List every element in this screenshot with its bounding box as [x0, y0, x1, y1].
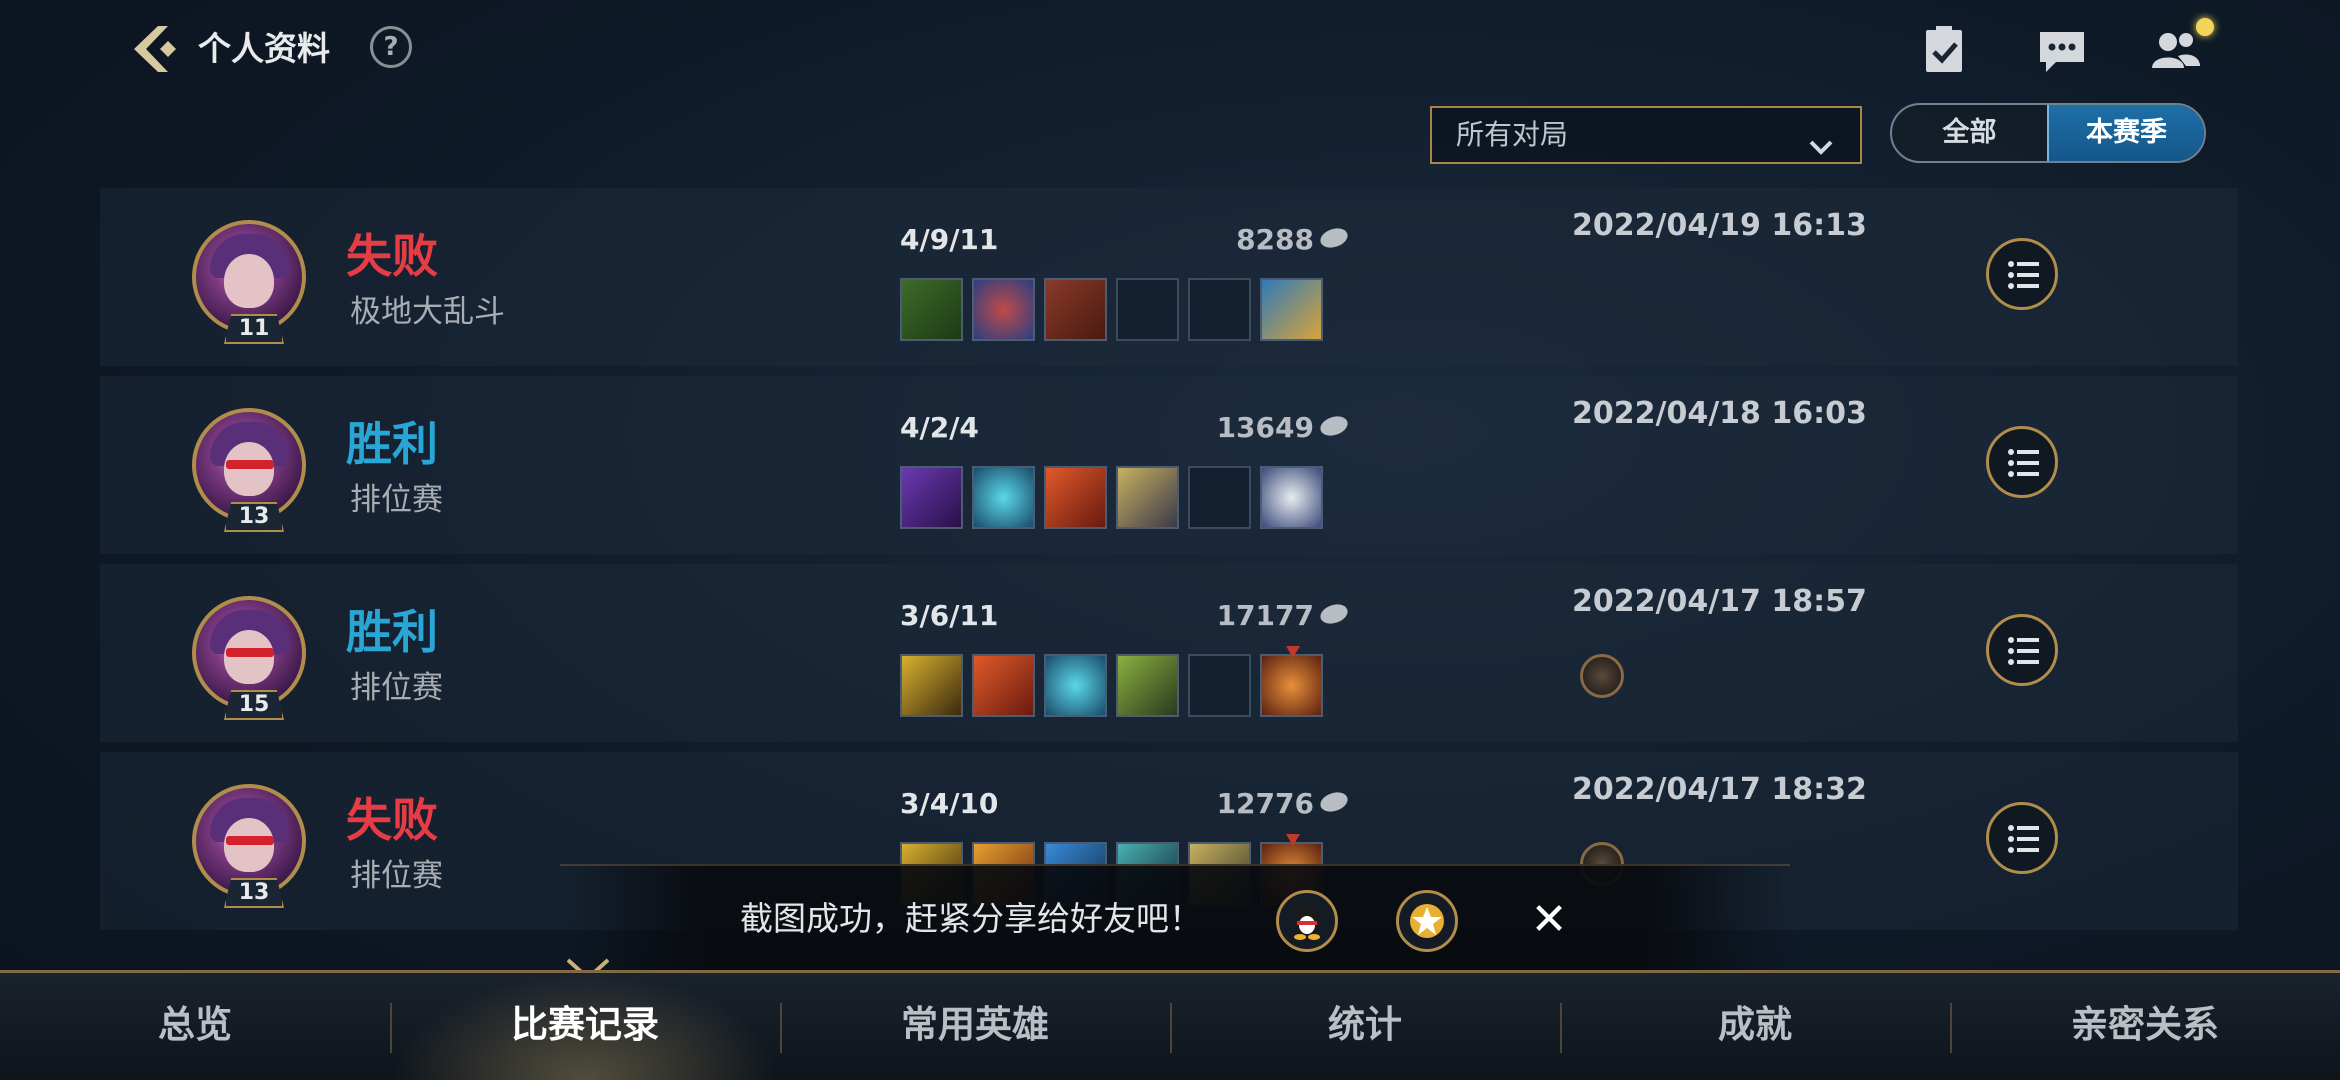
gold-value: 17177	[1216, 599, 1314, 632]
item-slot[interactable]	[1116, 466, 1179, 529]
game-mode: 排位赛	[350, 670, 443, 706]
tab-achievements[interactable]: 成就	[1560, 973, 1950, 1080]
top-bar: 个人资料 ?	[0, 0, 2340, 100]
list-icon	[2008, 637, 2039, 665]
champion-level: 13	[224, 502, 284, 532]
item-slot[interactable]	[900, 278, 963, 341]
match-row[interactable]: 11 失败 极地大乱斗 4/9/11 8288 2022/04/19 16:13	[100, 188, 2238, 366]
toast-message: 截图成功，赶紧分享给好友吧！	[740, 899, 1202, 938]
item-slot[interactable]	[1044, 278, 1107, 341]
match-result: 胜利	[346, 417, 438, 471]
gold-value: 13649	[1216, 411, 1314, 444]
kda: 4/9/11	[900, 223, 999, 256]
back-arrow-icon[interactable]	[128, 24, 184, 74]
gold-coin-icon	[1317, 225, 1351, 251]
gold-amount: 8288	[1172, 222, 1351, 258]
rank-badge-icon	[1580, 654, 1624, 698]
item-slot-empty	[1188, 466, 1251, 529]
gold-amount: 12776	[1172, 786, 1351, 822]
match-detail-button[interactable]	[1986, 802, 2058, 874]
season-toggle[interactable]: 全部 本赛季	[1890, 103, 2206, 163]
kda: 3/4/10	[900, 787, 999, 820]
game-mode: 排位赛	[350, 482, 443, 518]
item-slot[interactable]	[972, 466, 1035, 529]
match-result: 失败	[346, 229, 438, 283]
gold-coin-icon	[1317, 789, 1351, 815]
tab-statistics[interactable]: 统计	[1170, 973, 1560, 1080]
match-datetime: 2022/04/17 18:32	[1572, 772, 1867, 807]
bottom-tab-bar: 总览 比赛记录 常用英雄 统计 成就 亲密关系	[0, 970, 2340, 1080]
list-icon	[2008, 825, 2039, 853]
chat-bubble-icon[interactable]	[2034, 22, 2090, 78]
match-result: 失败	[346, 793, 438, 847]
item-slots	[900, 654, 1323, 717]
item-slot[interactable]	[1044, 466, 1107, 529]
item-slot[interactable]	[972, 278, 1035, 341]
item-slot[interactable]	[900, 466, 963, 529]
kda: 4/2/4	[900, 411, 979, 444]
match-row[interactable]: 13 胜利 排位赛 4/2/4 13649 2022/04/18 16:03	[100, 376, 2238, 554]
match-detail-button[interactable]	[1986, 614, 2058, 686]
notification-dot	[2196, 18, 2214, 36]
item-slot[interactable]	[972, 654, 1035, 717]
match-detail-button[interactable]	[1986, 238, 2058, 310]
close-icon[interactable]: ✕	[1526, 898, 1572, 944]
item-slot-boots[interactable]	[1260, 278, 1323, 341]
clipboard-check-icon[interactable]	[1916, 22, 1972, 78]
kda: 3/6/11	[900, 599, 999, 632]
gold-amount: 13649	[1172, 410, 1351, 446]
item-slot[interactable]	[1260, 466, 1323, 529]
item-slots	[900, 466, 1323, 529]
item-slot-boots[interactable]	[1260, 654, 1323, 717]
tab-match-history[interactable]: 比赛记录	[390, 973, 780, 1080]
tab-favorite-champions[interactable]: 常用英雄	[780, 973, 1170, 1080]
star-icon[interactable]	[1396, 890, 1458, 952]
gold-coin-icon	[1317, 413, 1351, 439]
game-mode: 极地大乱斗	[350, 294, 505, 330]
screenshot-toast: 截图成功，赶紧分享给好友吧！ ✕	[560, 864, 1790, 974]
item-slot-empty	[1116, 278, 1179, 341]
item-slot[interactable]	[1116, 654, 1179, 717]
gold-value: 8288	[1236, 223, 1314, 256]
match-type-dropdown[interactable]: 所有对局	[1430, 106, 1862, 164]
item-slots	[900, 278, 1323, 341]
list-icon	[2008, 261, 2039, 289]
question-icon[interactable]: ?	[370, 26, 412, 68]
page-title: 个人资料	[198, 29, 330, 68]
match-row[interactable]: 15 胜利 排位赛 3/6/11 17177 2022/04/17 18:57	[100, 564, 2238, 742]
item-slot[interactable]	[900, 654, 963, 717]
tab-overview[interactable]: 总览	[0, 973, 390, 1080]
champion-level: 15	[224, 690, 284, 720]
champion-level: 13	[224, 878, 284, 908]
gold-value: 12776	[1216, 787, 1314, 820]
qq-icon[interactable]	[1276, 890, 1338, 952]
tab-relationships[interactable]: 亲密关系	[1950, 973, 2340, 1080]
chevron-down-icon	[1808, 124, 1834, 155]
match-detail-button[interactable]	[1986, 426, 2058, 498]
gold-coin-icon	[1317, 601, 1351, 627]
friends-icon[interactable]	[2148, 22, 2204, 78]
champion-level: 11	[224, 314, 284, 344]
match-datetime: 2022/04/17 18:57	[1572, 584, 1867, 619]
match-result: 胜利	[346, 605, 438, 659]
gold-amount: 17177	[1172, 598, 1351, 634]
season-option-current[interactable]: 本赛季	[2047, 105, 2204, 161]
match-datetime: 2022/04/18 16:03	[1572, 396, 1867, 431]
list-icon	[2008, 449, 2039, 477]
item-slot[interactable]	[1044, 654, 1107, 717]
game-mode: 排位赛	[350, 858, 443, 894]
item-slot-empty	[1188, 654, 1251, 717]
item-slot-empty	[1188, 278, 1251, 341]
match-type-value: 所有对局	[1456, 118, 1569, 151]
season-option-all[interactable]: 全部	[1892, 105, 2047, 161]
match-datetime: 2022/04/19 16:13	[1572, 208, 1867, 243]
